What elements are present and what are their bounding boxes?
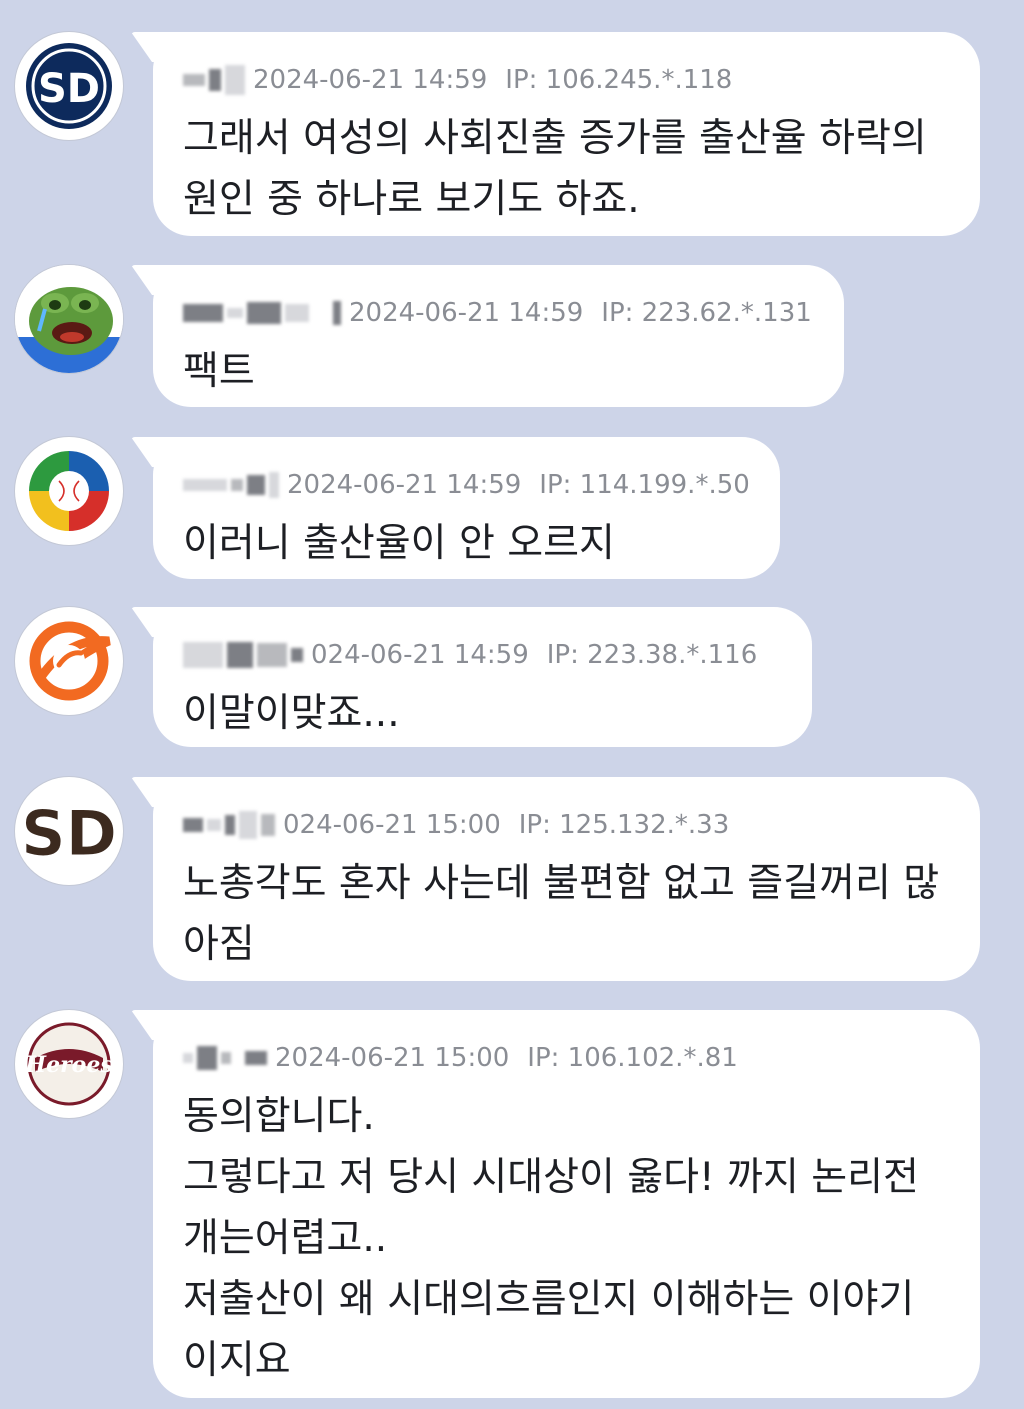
- comment-meta: 2024-06-21 14:59 IP: 106.245.*.118: [183, 60, 950, 100]
- svg-text:SD: SD: [21, 797, 117, 870]
- blurred-nickname: [183, 65, 245, 95]
- comment-bubble: 2024-06-21 14:59 IP: 106.245.*.118 그래서 여…: [153, 32, 980, 236]
- comment-bubble: 024-06-21 15:00 IP: 125.132.*.33 노총각도 혼자…: [153, 777, 980, 981]
- comment-bubble: 2024-06-21 14:59 IP: 114.199.*.50 이러니 출산…: [153, 437, 780, 579]
- heroes-logo-icon[interactable]: Heroes: [15, 1010, 123, 1118]
- blurred-nickname: [183, 301, 341, 325]
- comment-bubble: 024-06-21 14:59 IP: 223.38.*.116 이말이맞죠..…: [153, 607, 812, 747]
- comment-date: 2024-06-21 14:59: [349, 298, 584, 328]
- comment-text: 노총각도 혼자 사는데 불편함 없고 즐길꺼리 많 아짐: [183, 861, 940, 967]
- comment-meta: 024-06-21 14:59 IP: 223.38.*.116: [183, 635, 782, 675]
- comment-meta: 2024-06-21 15:00 IP: 106.102.*.81: [183, 1038, 950, 1078]
- comment-ip: IP: 106.102.*.81: [527, 1043, 738, 1073]
- blurred-nickname: [183, 1046, 267, 1070]
- comment-text: 이말이맞죠...: [183, 691, 400, 736]
- comment-date: 2024-06-21 14:59: [287, 470, 522, 500]
- svg-text:SD: SD: [38, 66, 100, 112]
- comment-bubble: 2024-06-21 15:00 IP: 106.102.*.81 동의합니다.…: [153, 1010, 980, 1398]
- comment-date: 024-06-21 15:00: [283, 810, 501, 840]
- blurred-nickname: [183, 472, 279, 498]
- padres-sd-logo-icon[interactable]: SD: [15, 32, 123, 140]
- comment-ip: IP: 106.245.*.118: [505, 65, 733, 95]
- comment-ip: IP: 125.132.*.33: [518, 810, 730, 840]
- comment-date: 2024-06-21 14:59: [253, 65, 488, 95]
- comment-meta: 024-06-21 15:00 IP: 125.132.*.33: [183, 805, 950, 845]
- crying-frog-icon[interactable]: [15, 265, 123, 373]
- comment-ip: IP: 114.199.*.50: [539, 470, 750, 500]
- comment-ip: IP: 223.62.*.131: [601, 298, 812, 328]
- comment-text: 이러니 출산율이 안 오르지: [183, 521, 615, 566]
- comment-meta: 2024-06-21 14:59 IP: 223.62.*.131: [183, 293, 814, 333]
- eagles-logo-icon[interactable]: [15, 607, 123, 715]
- blurred-nickname: [183, 811, 275, 839]
- comment-text: 동의합니다. 그렇다고 저 당시 시대상이 옳다! 까지 논리전 개는어렵고..…: [183, 1094, 919, 1383]
- comment-text: 팩트: [183, 349, 255, 394]
- padres-sd-brown-logo-icon[interactable]: SD: [15, 777, 123, 885]
- comment-meta: 2024-06-21 14:59 IP: 114.199.*.50: [183, 465, 750, 505]
- comment-ip: IP: 223.38.*.116: [546, 640, 758, 670]
- comment-date: 024-06-21 14:59: [311, 640, 529, 670]
- comment-bubble: 2024-06-21 14:59 IP: 223.62.*.131 팩트: [153, 265, 844, 407]
- blurred-nickname: [183, 642, 303, 668]
- comment-text: 그래서 여성의 사회진출 증가를 출산율 하락의 원인 중 하나로 보기도 하죠…: [183, 116, 927, 222]
- svg-text:Heroes: Heroes: [24, 1052, 112, 1078]
- world-baseball-classic-logo-icon[interactable]: [15, 437, 123, 545]
- comment-date: 2024-06-21 15:00: [275, 1043, 510, 1073]
